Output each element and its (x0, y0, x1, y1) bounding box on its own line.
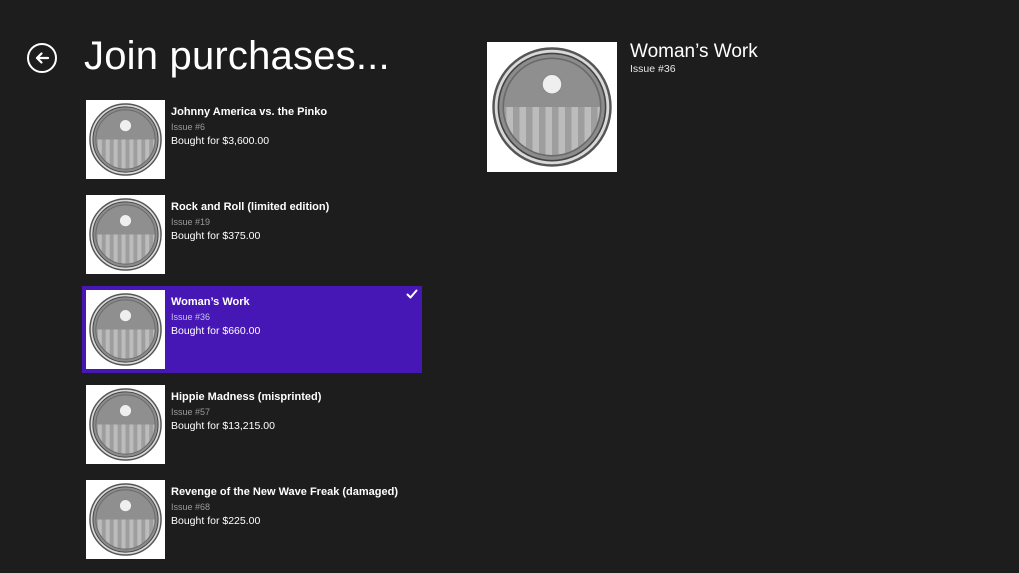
item-title: Rock and Roll (limited edition) (171, 201, 330, 213)
item-issue: Issue #57 (171, 407, 211, 417)
page-title: Join purchases... (84, 34, 390, 78)
item-price: Bought for $225.00 (171, 515, 261, 527)
shield-cover-icon (89, 103, 162, 176)
checkmark-icon (406, 289, 418, 299)
cover-thumbnail (86, 290, 165, 369)
detail-title: Woman’s Work (630, 41, 758, 62)
item-title: Woman’s Work (171, 296, 250, 308)
shield-cover-icon (89, 198, 162, 271)
cover-thumbnail (86, 480, 165, 559)
item-issue: Issue #36 (171, 312, 211, 322)
item-price: Bought for $660.00 (171, 325, 261, 337)
item-title: Revenge of the New Wave Freak (damaged) (171, 486, 398, 498)
shield-cover-icon (89, 388, 162, 461)
item-title: Hippie Madness (misprinted) (171, 391, 322, 403)
shield-cover-icon (89, 293, 162, 366)
item-price: Bought for $3,600.00 (171, 135, 270, 147)
item-issue: Issue #68 (171, 502, 211, 512)
list-item[interactable]: Hippie Madness (misprinted) Issue #57 Bo… (82, 381, 422, 468)
item-title: Johnny America vs. the Pinko (171, 106, 328, 118)
item-price: Bought for $13,215.00 (171, 420, 275, 432)
purchase-list: Johnny America vs. the Pinko Issue #6 Bo… (82, 96, 422, 571)
list-item[interactable]: Rock and Roll (limited edition) Issue #1… (82, 191, 422, 278)
shield-cover-icon (492, 47, 612, 167)
back-arrow-icon (35, 52, 50, 64)
list-item[interactable]: Revenge of the New Wave Freak (damaged) … (82, 476, 422, 563)
detail-cover-image (487, 42, 617, 172)
item-price: Bought for $375.00 (171, 230, 261, 242)
back-button[interactable] (27, 43, 57, 73)
item-issue: Issue #19 (171, 217, 211, 227)
item-issue: Issue #6 (171, 122, 206, 132)
list-item[interactable]: Johnny America vs. the Pinko Issue #6 Bo… (82, 96, 422, 183)
cover-thumbnail (86, 385, 165, 464)
detail-issue: Issue #36 (630, 63, 676, 75)
cover-thumbnail (86, 195, 165, 274)
cover-thumbnail (86, 100, 165, 179)
list-item[interactable]: Woman’s Work Issue #36 Bought for $660.0… (82, 286, 422, 373)
shield-cover-icon (89, 483, 162, 556)
